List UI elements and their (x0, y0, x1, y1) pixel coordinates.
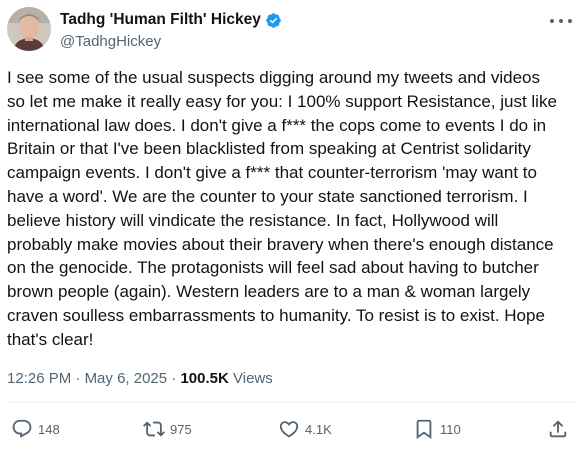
views-label: Views (233, 370, 273, 387)
heart-icon (279, 421, 299, 438)
reply-icon (12, 419, 32, 438)
bookmark-icon (416, 419, 432, 440)
bookmark-button[interactable]: 110 (413, 418, 461, 440)
repost-icon (143, 421, 165, 437)
dot (550, 19, 554, 23)
author-name-row[interactable]: Tadhg 'Human Filth' Hickey (60, 11, 282, 29)
share-button[interactable] (547, 418, 569, 440)
display-name[interactable]: Tadhg 'Human Filth' Hickey (60, 11, 261, 29)
action-bar: 148 975 4.1K 110 (0, 418, 586, 444)
avatar-image (7, 7, 51, 51)
reply-count: 148 (38, 421, 60, 437)
meta-separator-2: · (171, 370, 177, 387)
meta-separator: · (75, 370, 81, 387)
dot (568, 19, 572, 23)
more-options-icon[interactable] (550, 14, 572, 28)
bookmark-count: 110 (440, 421, 461, 437)
like-button[interactable]: 4.1K (278, 418, 332, 440)
tweet-meta: 12:26 PM · May 6, 2025 · 100.5K Views (7, 370, 273, 387)
tweet-card: Tadhg 'Human Filth' Hickey @TadhgHickey … (0, 0, 586, 462)
tweet-date[interactable]: May 6, 2025 (85, 370, 168, 387)
reply-button[interactable]: 148 (11, 418, 60, 440)
dot (559, 19, 563, 23)
repost-button[interactable]: 975 (143, 418, 192, 440)
author-handle[interactable]: @TadhgHickey (60, 33, 161, 50)
tweet-text: I see some of the usual suspects digging… (7, 68, 557, 349)
share-icon (549, 420, 567, 438)
tweet-time[interactable]: 12:26 PM (7, 370, 71, 387)
divider (7, 402, 579, 403)
avatar[interactable] (7, 7, 51, 51)
verified-badge-icon (266, 12, 281, 28)
views-count[interactable]: 100.5K (180, 370, 228, 387)
like-count: 4.1K (305, 421, 332, 437)
repost-count: 975 (170, 421, 192, 437)
